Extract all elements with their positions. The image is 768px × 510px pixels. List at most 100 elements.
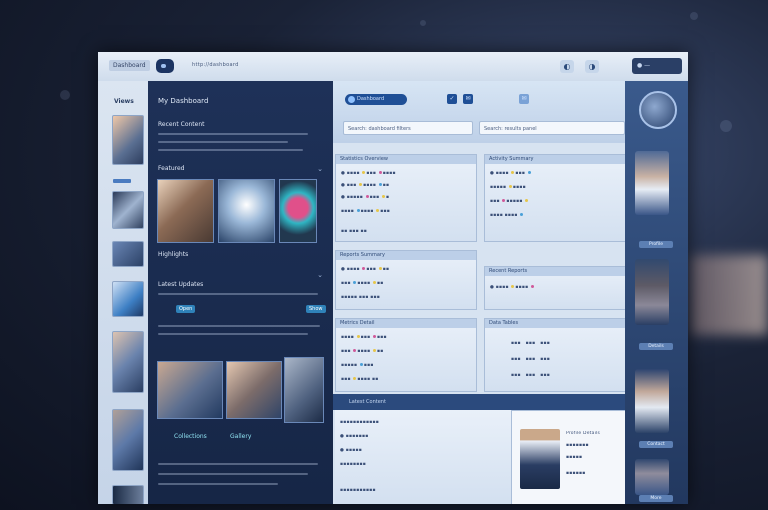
thumbnail-column: Views [98, 81, 149, 504]
window-controls[interactable]: ● — [632, 58, 682, 74]
thumbnail[interactable] [112, 409, 144, 471]
collection-image[interactable] [284, 357, 324, 423]
avatar[interactable] [639, 91, 677, 129]
search-input-right[interactable]: Search: results panel [479, 121, 625, 135]
thumbnail[interactable] [112, 241, 144, 267]
sidebar-tag[interactable]: Profile [639, 241, 673, 248]
thumbnail-column-label: Views [114, 98, 134, 105]
panel-title: My Dashboard [158, 97, 209, 105]
search-input-left[interactable]: Search: dashboard filters [343, 121, 473, 135]
check-icon[interactable]: ✓ [447, 94, 457, 104]
profile-text: Profile Details [566, 431, 601, 436]
text-line [158, 325, 320, 327]
bokeh-light [60, 90, 70, 100]
text-line [158, 293, 318, 295]
text-line [158, 141, 288, 143]
collection-image[interactable] [157, 361, 223, 419]
data-row: ● ▪▪▪▪ ▪▪▪▪ [490, 285, 620, 291]
open-button[interactable]: Open [176, 305, 196, 313]
data-row: ▪▪▪▪ ▪▪▪ ▪▪▪ [341, 335, 387, 340]
text-line [158, 133, 308, 135]
metrics-card: Metrics Detail ▪▪▪▪ ▪▪▪ ▪▪▪ ▪▪▪ ▪▪▪▪ ▪▪ … [335, 318, 477, 392]
menu-toggle-button[interactable] [156, 59, 174, 73]
bottom-section-title: Latest Content [349, 399, 386, 405]
thumbnail[interactable] [112, 191, 144, 229]
data-row: ▪▪▪▪▪▪ [566, 471, 586, 476]
settings-icon[interactable]: ◐ [560, 60, 574, 73]
thumbnail[interactable] [112, 115, 144, 165]
text-line [158, 473, 308, 475]
bokeh-light [420, 20, 426, 26]
data-row: ▪▪ ▪▪▪ ▪▪ [341, 229, 368, 234]
tables-card: Data Tables ▪▪▪ ▪▪▪ ▪▪▪ ▪▪▪ ▪▪▪ ▪▪▪ ▪▪▪ … [484, 318, 626, 392]
card-header: Data Tables [485, 319, 625, 328]
data-row: ▪▪▪▪▪ ▪▪▪ ▪▪▪ [341, 295, 381, 300]
data-row: ▪▪▪▪ ▪▪▪▪ ▪▪▪ [341, 209, 391, 214]
data-row: ▪▪▪▪▪ ▪▪▪ [341, 363, 374, 368]
text-line [158, 333, 308, 335]
thumbnail[interactable] [112, 485, 144, 504]
panel-subtitle: Recent Content [158, 121, 205, 128]
profile-figure[interactable] [635, 151, 669, 215]
featured-image[interactable] [279, 179, 317, 243]
data-row: ▪▪▪▪▪▪▪▪▪▪▪ [340, 488, 376, 493]
profile-photo[interactable] [520, 429, 560, 489]
chevron-down-icon[interactable]: ⌄ [317, 165, 323, 173]
text-line [158, 483, 278, 485]
bottom-section-header: Latest Content [333, 394, 625, 410]
text-line [158, 149, 303, 151]
profile-card: Profile Details ▪▪▪▪▪▪▪ ▪▪▪▪▪ ▪▪▪▪▪▪ [511, 410, 627, 504]
dashboard-pill-button[interactable]: Dashboard [345, 94, 407, 105]
reports-card: Reports Summary ● ▪▪▪▪ ▪▪▪ ▪▪ ▪▪▪ ▪▪▪▪ ▪… [335, 250, 477, 310]
sidebar-tag[interactable]: More [639, 495, 673, 502]
right-sidebar: Profile Details Contact More [625, 81, 688, 504]
data-row: ● ▪▪▪ ▪▪▪▪ ▪▪ [341, 183, 390, 188]
highlights-label: Highlights [158, 251, 189, 258]
data-row: ▪▪▪▪▪ [566, 455, 583, 460]
data-row: ● ▪▪▪▪ ▪▪▪ [490, 171, 620, 177]
data-row: ● ▪▪▪▪▪▪▪ [340, 434, 369, 439]
featured-image[interactable] [157, 179, 214, 243]
card-header: Metrics Detail [336, 319, 476, 328]
card-title: Activity Summary [489, 156, 534, 162]
collection-image[interactable] [226, 361, 282, 419]
mail-icon[interactable]: ✉ [463, 94, 473, 104]
data-row: ▪▪▪ ▪▪▪ ▪▪▪ [511, 373, 551, 378]
data-row: ● ▪▪▪▪ ▪▪▪ ▪▪ [341, 267, 390, 272]
updates-title: Latest Updates [158, 281, 204, 288]
data-row: ▪▪▪ ▪▪▪▪▪ [490, 199, 620, 205]
data-row: ▪▪▪▪▪ ▪▪▪▪ [490, 185, 526, 190]
data-row: ▪▪▪▪▪▪▪ [566, 443, 589, 448]
thumbnail[interactable] [112, 331, 144, 393]
data-row: ● ▪▪▪▪▪ ▪▪▪ ▪ [341, 195, 390, 200]
card-title: Reports Summary [340, 252, 385, 258]
data-row: ▪▪▪ ▪▪▪▪ ▪▪ [341, 377, 379, 382]
card-header: Reports Summary [336, 251, 476, 260]
sidebar-tag[interactable]: Contact [639, 441, 673, 448]
chevron-down-icon[interactable]: ⌄ [317, 271, 323, 279]
caption: Gallery [230, 433, 252, 440]
card-header: Statistics Overview [336, 155, 476, 164]
profile-figure[interactable] [635, 259, 669, 325]
section-label: Featured [158, 165, 185, 172]
card-title: Recent Reports [489, 268, 528, 274]
show-button[interactable]: Show [306, 305, 326, 313]
profile-figure[interactable] [635, 459, 669, 495]
card-title: Data Tables [489, 320, 519, 326]
data-row: ▪▪▪ ▪▪▪▪ ▪▪ [341, 281, 384, 286]
bokeh-light [690, 12, 698, 20]
mail-icon[interactable]: ✉ [519, 94, 529, 104]
sidebar-tag[interactable]: Details [639, 343, 673, 350]
data-row: ▪▪▪▪▪▪▪▪ [340, 462, 366, 467]
address-text: http://dashboard [192, 62, 239, 68]
user-icon[interactable]: ◑ [585, 60, 599, 73]
data-row: ● ▪▪▪▪▪ [340, 448, 363, 453]
thumbnail[interactable] [112, 281, 144, 317]
data-row: ▪▪▪ ▪▪▪▪ ▪▪ [341, 349, 384, 354]
text-line [158, 463, 318, 465]
background-glow [690, 255, 768, 335]
profile-figure[interactable] [635, 369, 669, 433]
data-row: ▪▪▪▪▪▪▪▪▪▪▪▪ [340, 420, 379, 425]
featured-image[interactable] [218, 179, 275, 243]
stats-card: Statistics Overview ● ▪▪▪▪ ▪▪▪ ▪▪▪▪ ● ▪▪… [335, 154, 477, 242]
